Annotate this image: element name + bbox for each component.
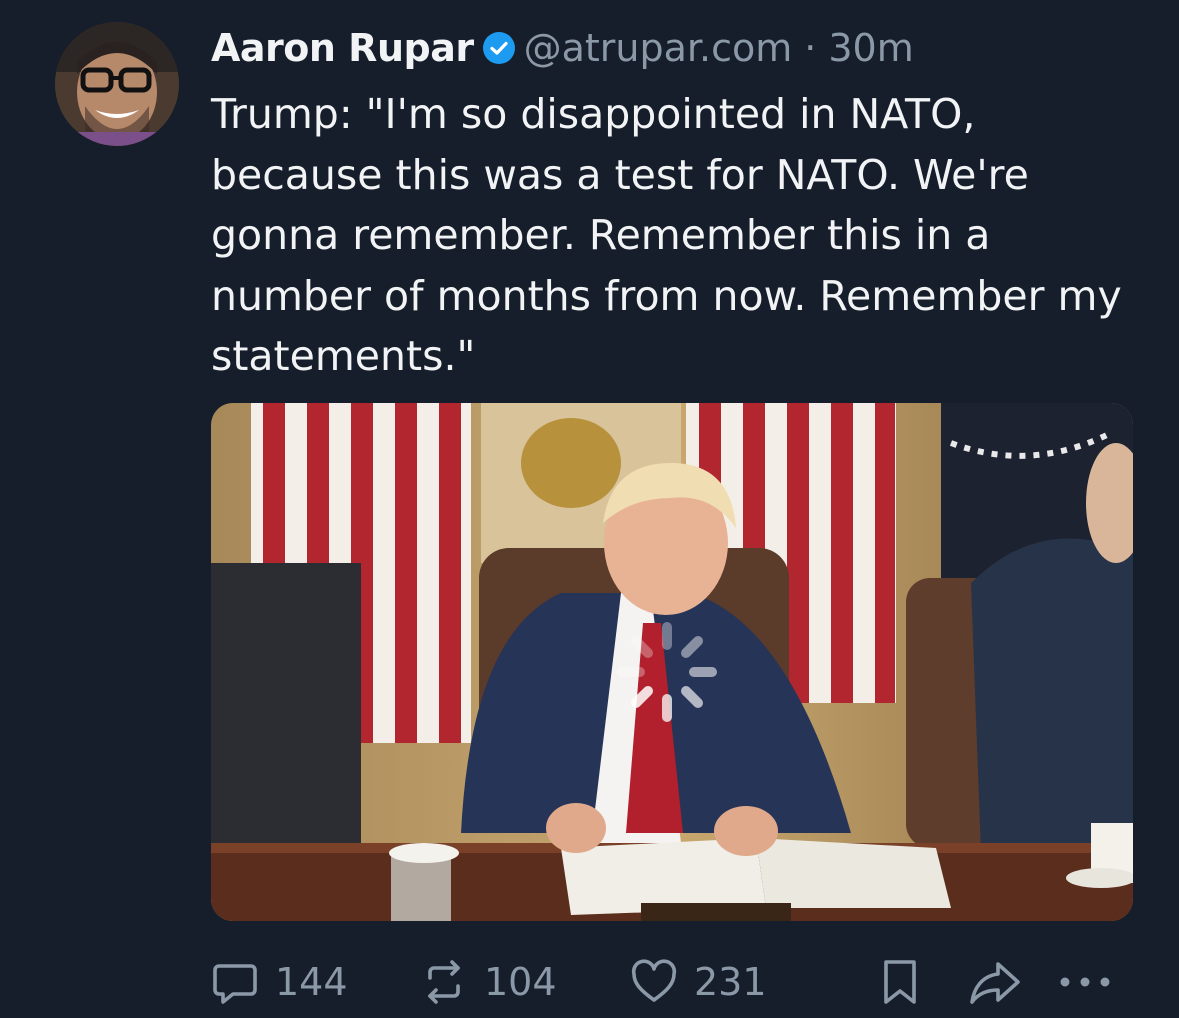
share-button[interactable]	[968, 950, 1022, 1014]
post-video[interactable]	[211, 403, 1133, 921]
share-icon	[970, 962, 1020, 1004]
verified-badge-icon	[482, 31, 516, 65]
author-handle[interactable]: @atrupar.com	[524, 26, 793, 70]
more-icon	[1060, 977, 1110, 987]
like-icon	[631, 959, 677, 1002]
more-options-button[interactable]	[1055, 950, 1115, 1014]
bookmark-button[interactable]	[878, 950, 922, 1014]
repost-count: 104	[484, 960, 557, 1004]
loading-spinner-icon	[612, 617, 722, 727]
post-header: Aaron Rupar @atrupar.com · 30m	[211, 22, 914, 74]
post-actions: 144 104 231	[0, 950, 1179, 1014]
reply-count: 144	[275, 960, 348, 1004]
bookmark-icon	[884, 960, 916, 1004]
post-text: Trump: "I'm so disappointed in NATO, bec…	[211, 90, 1135, 380]
repost-icon	[428, 960, 460, 1004]
post-timestamp[interactable]: 30m	[828, 26, 913, 70]
avatar-image	[55, 22, 179, 146]
author-avatar[interactable]	[55, 22, 179, 146]
author-name[interactable]: Aaron Rupar	[211, 26, 474, 70]
reply-button[interactable]: 144	[211, 950, 348, 1014]
header-separator: ·	[804, 26, 817, 70]
repost-button[interactable]: 104	[420, 950, 557, 1014]
reply-icon	[213, 964, 257, 1004]
like-button[interactable]: 231	[630, 950, 767, 1014]
like-count: 231	[694, 960, 767, 1004]
